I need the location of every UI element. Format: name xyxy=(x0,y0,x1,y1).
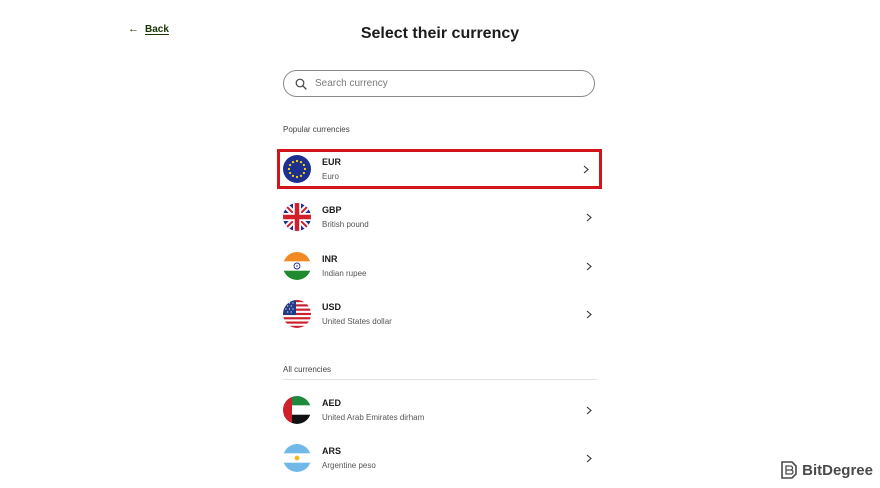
search-input[interactable] xyxy=(313,77,577,90)
uk-flag-icon xyxy=(283,203,311,231)
india-flag-icon xyxy=(283,252,311,280)
chevron-right-icon xyxy=(584,310,594,319)
chevron-right-icon xyxy=(581,165,591,174)
uae-flag-icon xyxy=(283,396,311,424)
chevron-right-icon xyxy=(584,262,594,271)
search-icon xyxy=(295,78,307,90)
us-flag-icon xyxy=(283,300,311,328)
currency-code: GBP xyxy=(322,205,342,215)
page-title: Select their currency xyxy=(360,25,520,42)
bitdegree-watermark: BitDegree xyxy=(780,460,873,480)
currency-code: USD xyxy=(322,302,342,312)
currency-name: United States dollar xyxy=(322,317,392,326)
currency-name: Euro xyxy=(322,172,339,181)
bitdegree-logo-icon xyxy=(781,461,797,479)
currency-item-inr[interactable]: INR Indian rupee xyxy=(277,246,602,286)
currency-item-ars[interactable]: ARS Argentine peso xyxy=(277,438,602,478)
argentina-flag-icon xyxy=(283,444,311,472)
currency-item-gbp[interactable]: GBP British pound xyxy=(277,197,602,237)
search-box[interactable] xyxy=(283,70,595,97)
chevron-right-icon xyxy=(584,213,594,222)
section-label-all: All currencies xyxy=(283,365,597,380)
currency-name: Indian rupee xyxy=(322,269,367,278)
bitdegree-brand: BitDegree xyxy=(802,461,873,479)
currency-name: British pound xyxy=(322,220,369,229)
currency-code: ARS xyxy=(322,446,342,456)
currency-name: United Arab Emirates dirham xyxy=(322,413,425,422)
section-label-popular: Popular currencies xyxy=(283,125,350,134)
chevron-right-icon xyxy=(584,454,594,463)
currency-item-aed[interactable]: AED United Arab Emirates dirham xyxy=(277,390,602,430)
eu-flag-icon xyxy=(283,155,311,183)
currency-item-usd[interactable]: USD United States dollar xyxy=(277,294,602,334)
currency-code: INR xyxy=(322,254,338,264)
currency-name: Argentine peso xyxy=(322,461,376,470)
currency-code: EUR xyxy=(322,157,342,167)
currency-item-eur[interactable]: EUR Euro xyxy=(277,149,602,189)
currency-code: AED xyxy=(322,398,342,408)
chevron-right-icon xyxy=(584,406,594,415)
